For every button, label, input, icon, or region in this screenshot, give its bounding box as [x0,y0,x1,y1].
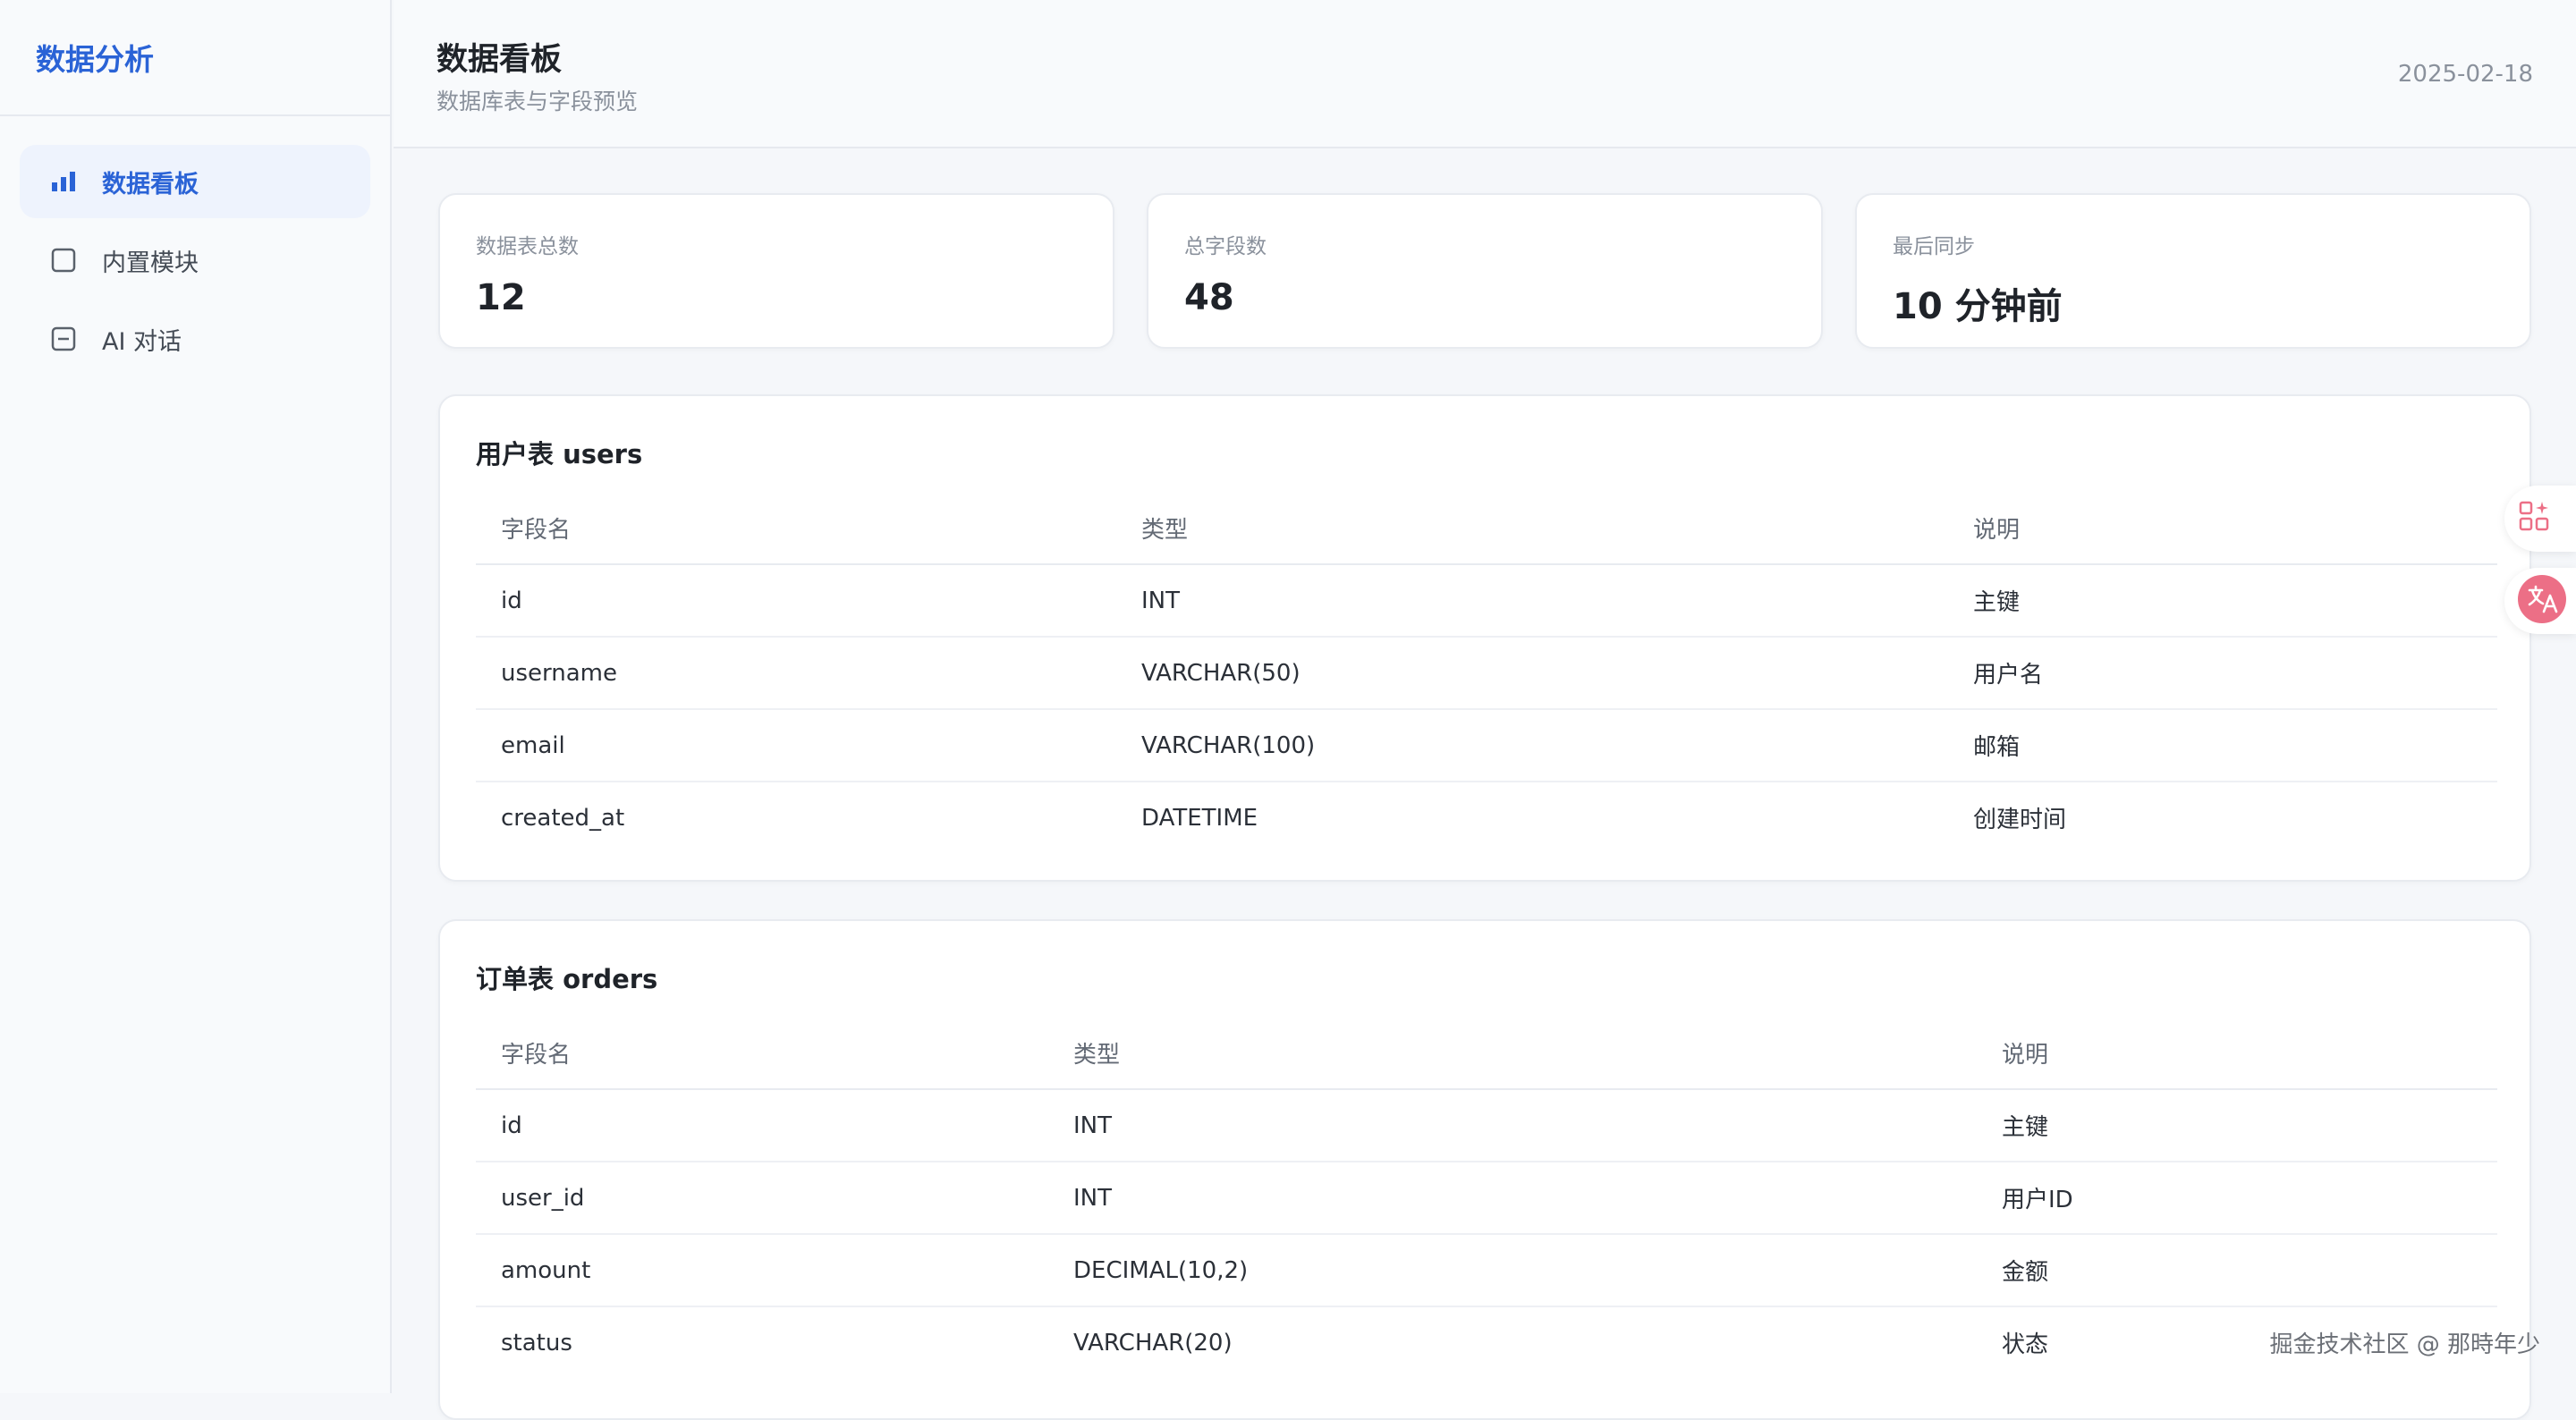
translate-icon [2517,574,2567,628]
sidebar: 数据分析 数据看板 内置模块 AI 对话 [0,0,392,1393]
sidebar-nav: 数据看板 内置模块 AI 对话 [0,116,390,376]
table-row: user_id INT 用户ID [476,1162,2497,1235]
stats-row: 数据表总数 12 总字段数 48 最后同步 10 分钟前 [438,193,2531,349]
page-header: 数据看板 数据库表与字段预览 2025-02-18 [394,0,2576,148]
stat-value: 10 分钟前 [1893,286,2063,327]
field-type-cell: INT [1048,1089,1977,1162]
table-row: created_at DATETIME 创建时间 [476,782,2497,853]
field-desc-cell: 邮箱 [1948,709,2497,782]
column-header: 字段名 [476,493,1116,565]
column-header: 字段名 [476,1018,1048,1090]
field-type-cell: VARCHAR(50) [1116,637,1948,710]
field-desc-cell: 用户名 [1948,637,2497,710]
table-row: id INT 主键 [476,1089,2497,1162]
fields-table: 字段名 类型 说明 id INT 主键 user_id INT 用户ID amo… [476,1018,2497,1378]
field-name-cell: status [501,1329,572,1357]
table-header-row: 字段名 类型 说明 [476,1018,2497,1090]
table-row: username VARCHAR(50) 用户名 [476,637,2497,710]
table-title: 订单表 orders [476,964,658,994]
field-name-cell: id [476,564,1116,638]
table-row: status VARCHAR(20) 状态 [476,1306,2497,1378]
stat-card-table-count: 数据表总数 12 [438,193,1114,349]
page-date: 2025-02-18 [2397,61,2533,88]
watermark: 掘金技术社区 @ 那時年少 [2269,1331,2540,1358]
square-icon [50,247,77,274]
sidebar-item-ai-chat[interactable]: AI 对话 [20,302,370,376]
field-type-cell: VARCHAR(20) [1073,1329,1233,1357]
column-header: 类型 [1048,1018,1977,1090]
floating-translate-button[interactable] [2504,568,2576,634]
field-name-cell: username [476,637,1116,710]
table-row: email VARCHAR(100) 邮箱 [476,709,2497,782]
apps-add-icon [2517,499,2553,538]
field-desc-cell: 用户ID [1977,1162,2497,1235]
sidebar-item-label: 数据看板 [102,170,199,199]
floating-apps-button[interactable] [2504,486,2576,552]
field-desc-cell: 主键 [1977,1089,2497,1162]
stat-label: 最后同步 [1893,235,1975,258]
column-header: 说明 [1977,1018,2497,1090]
field-type-cell: INT [1116,564,1948,638]
minus-box-icon [50,325,77,352]
page-subtitle: 数据库表与字段预览 [436,89,639,114]
app-brand: 数据分析 [0,0,390,116]
sidebar-item-label: 内置模块 [102,249,199,277]
table-header-row: 字段名 类型 说明 [476,493,2497,565]
table-card-orders: 订单表 orders 字段名 类型 说明 id INT 主键 user_id I… [438,919,2531,1420]
table-row: id INT 主键 [476,564,2497,638]
stat-label: 数据表总数 [476,235,579,258]
table-row: amount DECIMAL(10,2) 金额 [476,1234,2497,1307]
field-name-cell: created_at [501,804,625,832]
bar-chart-icon [50,168,77,195]
field-desc-cell: 主键 [1948,564,2497,638]
stat-label: 总字段数 [1184,235,1267,258]
stat-card-last-sync: 最后同步 10 分钟前 [1855,193,2531,349]
table-title: 用户表 users [476,439,643,469]
field-type-cell: DATETIME [1141,804,1258,832]
field-name-cell: email [476,709,1116,782]
sidebar-item-builtin-modules[interactable]: 内置模块 [20,224,370,297]
table-card-users: 用户表 users 字段名 类型 说明 id INT 主键 username V… [438,394,2531,882]
field-desc-cell: 金额 [1977,1234,2497,1307]
sidebar-item-label: AI 对话 [102,327,182,356]
field-name-cell: id [476,1089,1048,1162]
column-header: 类型 [1116,493,1948,565]
stat-value: 12 [476,277,526,318]
field-type-cell: VARCHAR(100) [1116,709,1948,782]
stat-value: 48 [1184,277,1234,318]
field-type-cell: DECIMAL(10,2) [1048,1234,1977,1307]
sidebar-item-dashboard[interactable]: 数据看板 [20,145,370,218]
field-name-cell: amount [476,1234,1048,1307]
column-header: 说明 [1948,493,2497,565]
field-desc-cell: 创建时间 [1973,807,2067,833]
field-type-cell: INT [1048,1162,1977,1235]
field-name-cell: user_id [476,1162,1048,1235]
fields-table: 字段名 类型 说明 id INT 主键 username VARCHAR(50)… [476,493,2497,853]
page-title: 数据看板 [436,42,563,78]
stat-card-field-count: 总字段数 48 [1147,193,1823,349]
